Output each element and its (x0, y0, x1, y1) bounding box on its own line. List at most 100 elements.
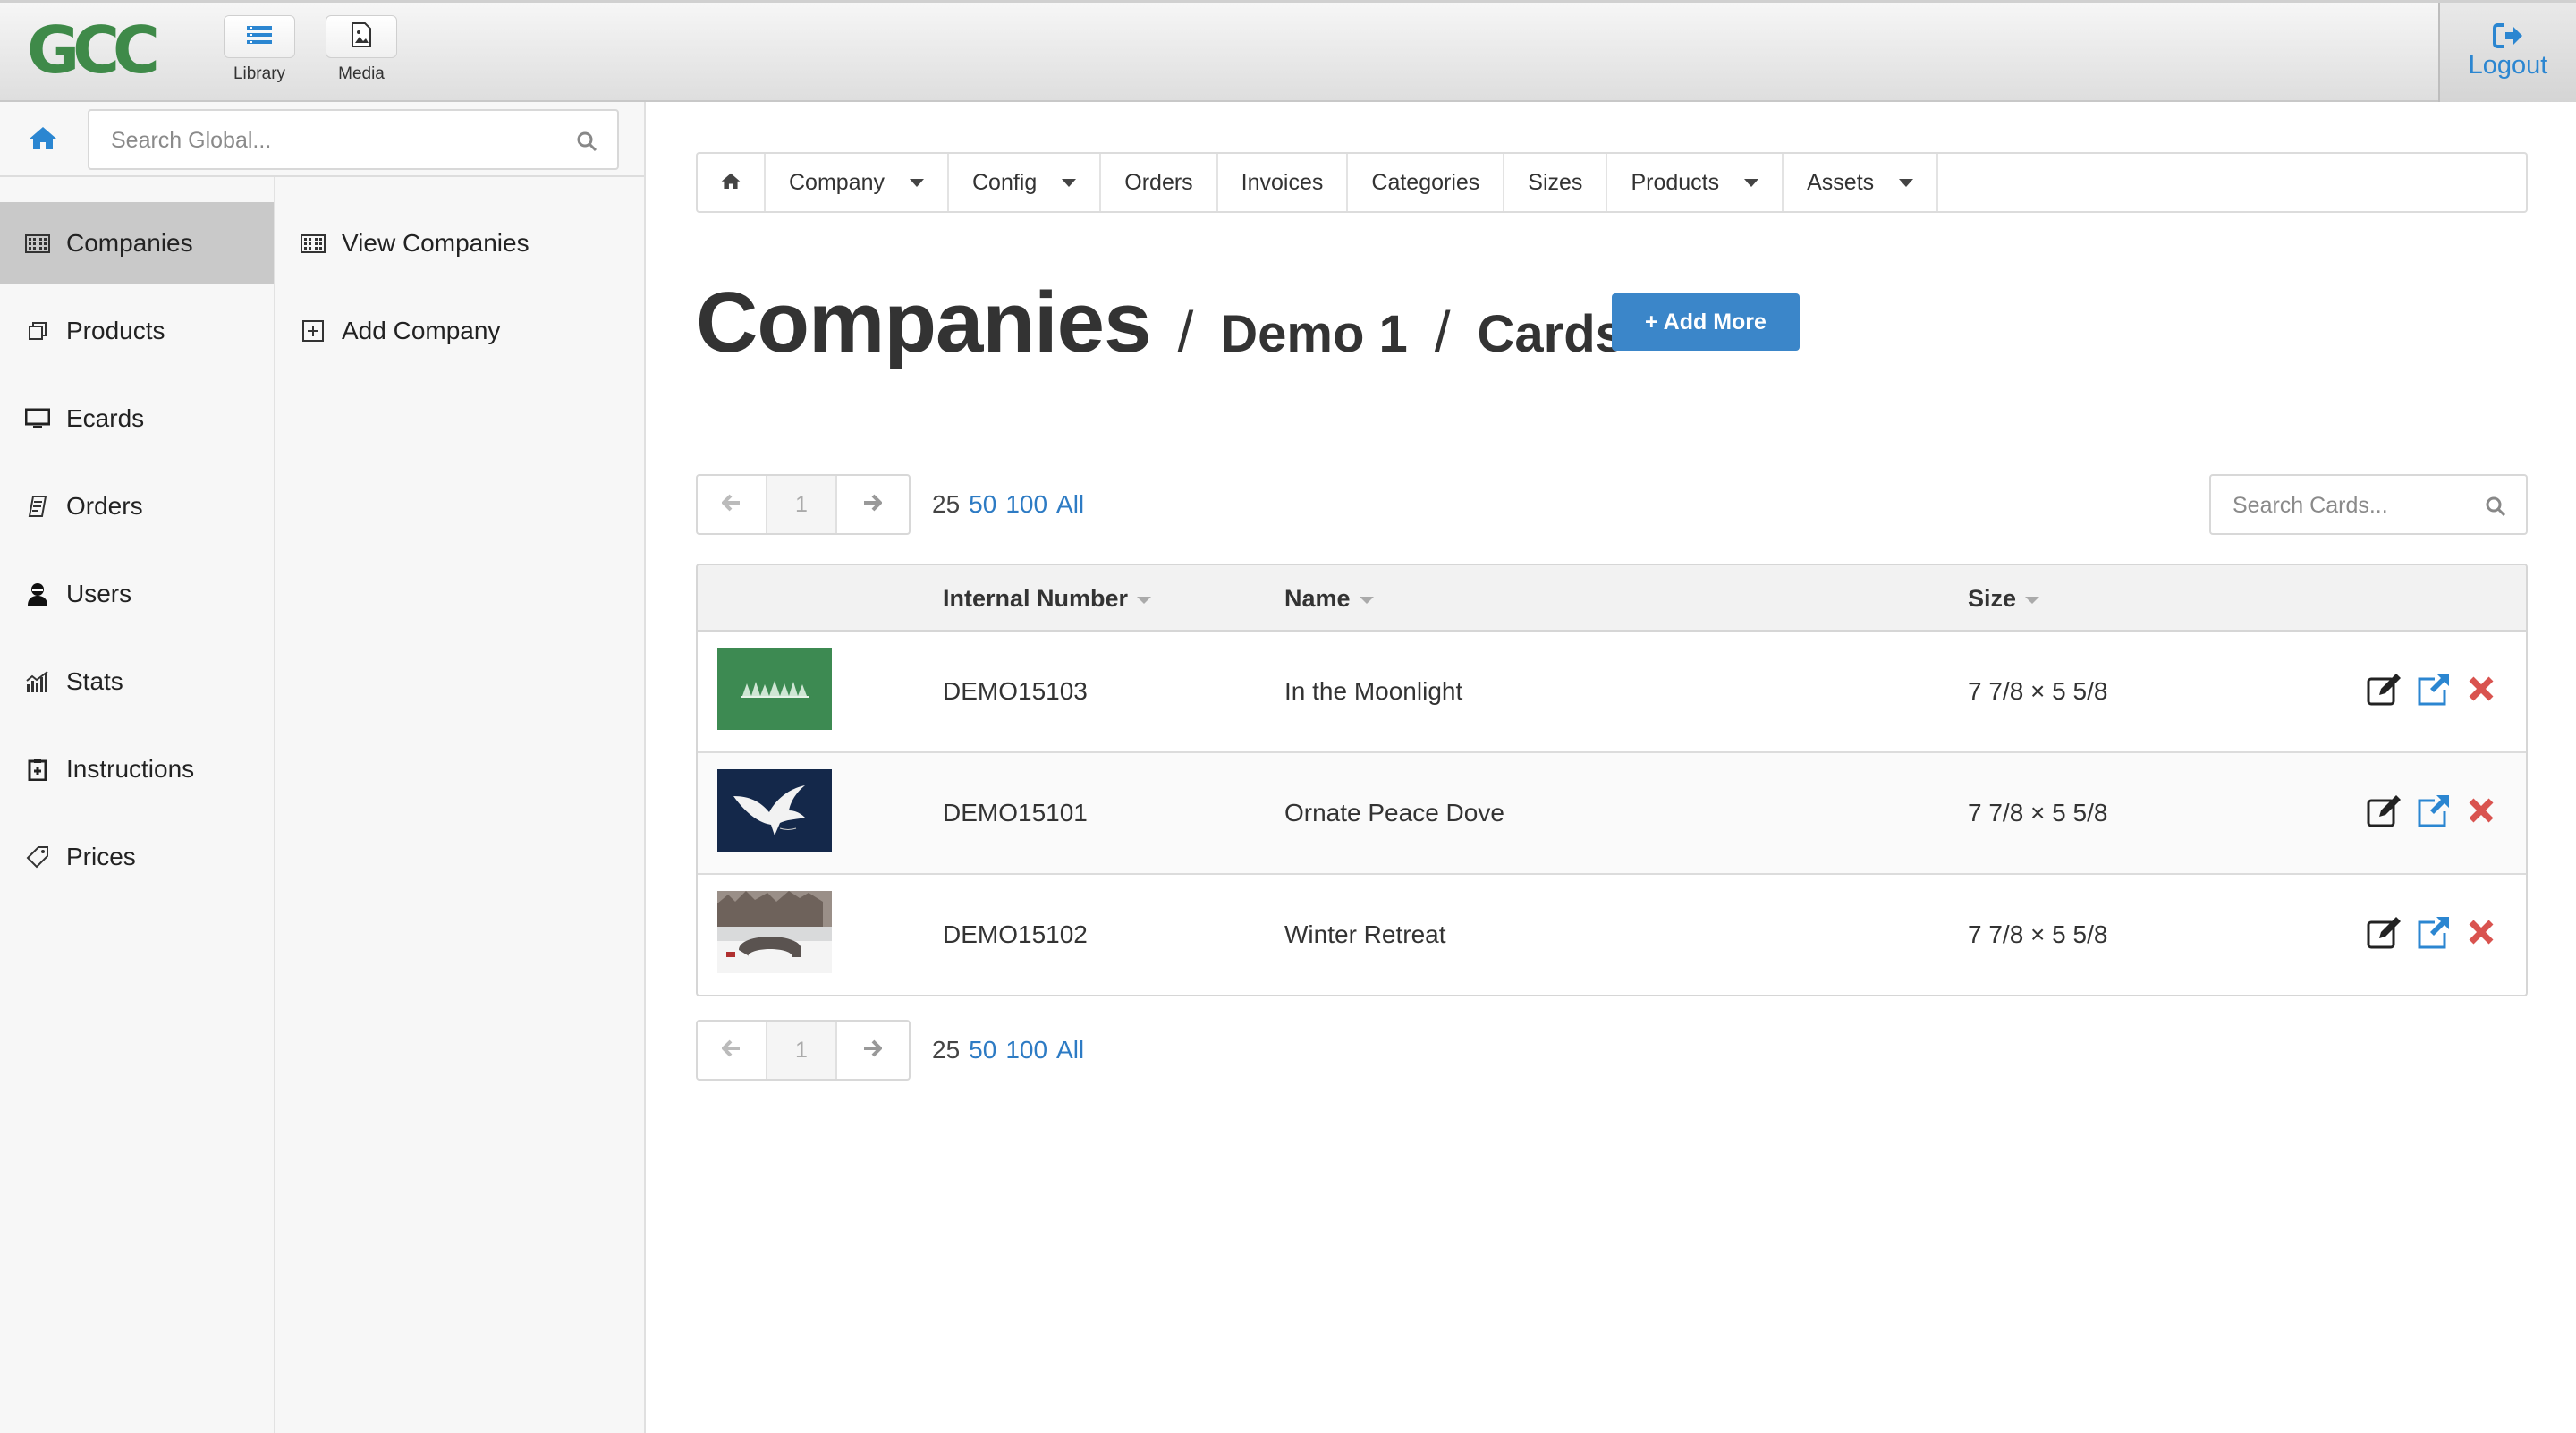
column-internal-number[interactable]: Internal Number (943, 565, 1152, 632)
receipt-icon (23, 492, 52, 521)
sidebar-home-button[interactable] (25, 122, 61, 157)
prev-page-button[interactable] (698, 476, 767, 533)
edit-icon (2367, 915, 2402, 954)
open-external-button[interactable] (2413, 914, 2453, 954)
navbar-item-products[interactable]: Products (1607, 154, 1784, 211)
clipboard-icon (23, 755, 52, 784)
arrow-right-icon (862, 494, 883, 516)
navbar-item-label: Categories (1371, 169, 1480, 195)
chevron-down-icon (910, 178, 924, 187)
navbar-item-label: Company (789, 169, 885, 195)
global-search-input[interactable] (111, 123, 558, 157)
search-icon[interactable] (576, 131, 597, 157)
cell-internal-number: DEMO15103 (943, 677, 1088, 705)
add-more-button[interactable]: + Add More (1612, 293, 1800, 351)
media-tool-button[interactable]: Media (324, 15, 399, 84)
pagination-bottom: 1 (696, 1020, 911, 1081)
open-external-button[interactable] (2413, 671, 2453, 710)
navbar-item-orders[interactable]: Orders (1101, 154, 1218, 211)
gcc-logo[interactable]: GCC (27, 18, 160, 82)
search-icon[interactable] (2485, 496, 2506, 521)
sidebar-item-label: Companies (66, 229, 193, 257)
next-page-button[interactable] (837, 476, 907, 533)
global-search[interactable] (88, 109, 619, 170)
bar-chart-icon (23, 667, 52, 696)
current-page[interactable]: 1 (767, 476, 837, 533)
subnav-item-view-companies[interactable]: View Companies (275, 202, 644, 284)
media-label: Media (338, 64, 385, 83)
navbar-item-company[interactable]: Company (766, 154, 949, 211)
sidebar-item-users[interactable]: Users (0, 553, 274, 635)
per-page-options-bottom: 25 50 100 All (932, 1020, 1093, 1081)
breadcrumb-separator: / (1434, 300, 1451, 364)
sidebar-item-label: Orders (66, 492, 143, 520)
sidebar-item-products[interactable]: Products (0, 290, 274, 372)
sidebar-item-stats[interactable]: Stats (0, 640, 274, 723)
cell-size: 7 7/8 × 5 5/8 (1968, 799, 2108, 827)
sidebar-item-orders[interactable]: Orders (0, 465, 274, 547)
subnav-item-label: Add Company (342, 317, 501, 344)
row-actions (2365, 914, 2501, 954)
subnav-item-add-company[interactable]: Add Company (275, 290, 644, 372)
library-icon (246, 24, 273, 50)
building-icon (23, 229, 52, 258)
delete-button[interactable] (2462, 914, 2501, 954)
card-thumbnail[interactable] (717, 769, 832, 852)
navbar-home[interactable] (698, 154, 766, 211)
sidebar-item-prices[interactable]: Prices (0, 816, 274, 898)
edit-icon (2367, 793, 2402, 832)
per-page-50[interactable]: 50 (969, 490, 996, 519)
column-size[interactable]: Size (1968, 565, 2040, 632)
navbar-item-categories[interactable]: Categories (1348, 154, 1505, 211)
navbar-item-invoices[interactable]: Invoices (1218, 154, 1349, 211)
navbar-item-label: Products (1631, 169, 1720, 195)
edit-button[interactable] (2365, 793, 2404, 832)
navbar-item-sizes[interactable]: Sizes (1504, 154, 1608, 211)
sidebar-item-companies[interactable]: Companies (0, 202, 274, 284)
cards-table: Internal Number Name Size DEMO15103 In t… (696, 564, 2528, 996)
breadcrumb-cards: Cards (1477, 305, 1624, 363)
card-thumbnail[interactable] (717, 648, 832, 730)
breadcrumb-company[interactable]: Demo 1 (1220, 304, 1408, 364)
delete-button[interactable] (2462, 671, 2501, 710)
breadcrumb-separator: / (1177, 300, 1194, 364)
products-icon (23, 317, 52, 345)
sidebar-item-label: Users (66, 580, 132, 607)
chevron-down-icon (1744, 178, 1759, 187)
delete-button[interactable] (2462, 793, 2501, 832)
per-page-100[interactable]: 100 (1005, 490, 1047, 519)
building-icon (299, 229, 327, 258)
open-external-button[interactable] (2413, 793, 2453, 832)
sidebar-item-instructions[interactable]: Instructions (0, 728, 274, 810)
prev-page-button[interactable] (698, 1022, 767, 1079)
card-search-input[interactable] (2233, 488, 2474, 522)
sidebar-item-label: Stats (66, 667, 123, 695)
main-content: Company Config Orders Invoices Categorie… (646, 102, 2576, 1433)
top-bar: GCC Library Media Logout (0, 0, 2576, 105)
sort-icon (1359, 597, 1374, 604)
per-page-25: 25 (932, 1036, 961, 1064)
edit-button[interactable] (2365, 671, 2404, 710)
per-page-50[interactable]: 50 (969, 1036, 996, 1064)
logout-button[interactable]: Logout (2438, 3, 2576, 105)
next-page-button[interactable] (837, 1022, 907, 1079)
page-title-main: Companies (696, 275, 1151, 370)
current-page[interactable]: 1 (767, 1022, 837, 1079)
column-name[interactable]: Name (1284, 565, 1374, 632)
sidebar-item-ecards[interactable]: Ecards (0, 377, 274, 460)
library-tool-button[interactable]: Library (222, 15, 297, 84)
per-page-all[interactable]: All (1056, 490, 1084, 519)
card-search[interactable] (2209, 474, 2528, 535)
cell-name: Winter Retreat (1284, 920, 1446, 948)
navbar-item-assets[interactable]: Assets (1784, 154, 1939, 211)
per-page-100[interactable]: 100 (1005, 1036, 1047, 1064)
table-header: Internal Number Name Size (698, 565, 2526, 632)
arrow-left-icon (721, 494, 741, 516)
card-thumbnail[interactable] (717, 891, 832, 973)
navbar-item-config[interactable]: Config (949, 154, 1102, 211)
per-page-all[interactable]: All (1056, 1036, 1084, 1064)
edit-button[interactable] (2365, 914, 2404, 954)
navbar-item-label: Assets (1807, 169, 1875, 195)
cell-name: Ornate Peace Dove (1284, 799, 1504, 827)
cell-internal-number: DEMO15102 (943, 920, 1088, 948)
